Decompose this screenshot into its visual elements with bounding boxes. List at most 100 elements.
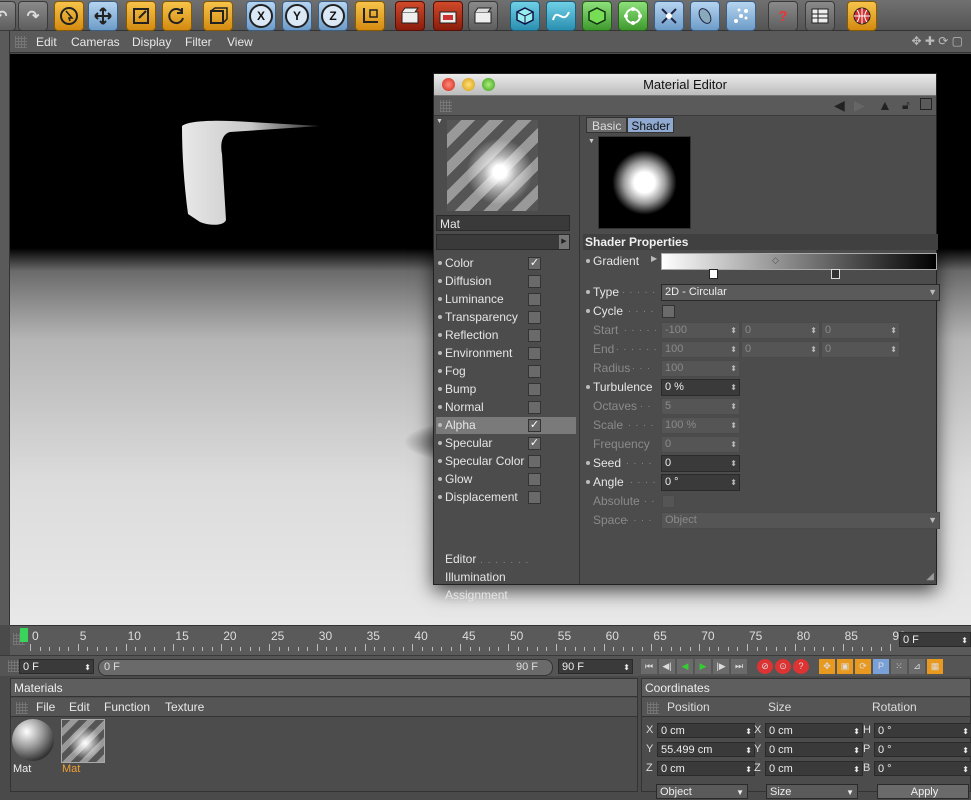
editor-item[interactable]: Editor . . . . . . . [445, 552, 529, 566]
spline-icon[interactable] [546, 1, 576, 31]
channel-bump[interactable]: Bump [436, 381, 576, 398]
go-to-end-icon[interactable]: ⏭ [731, 659, 747, 674]
end-frame-field[interactable]: 90 F ⬍ [558, 659, 633, 674]
space-dropdown[interactable]: Object ▼ [661, 512, 940, 529]
end-z-field[interactable]: 0 ⬍ [821, 341, 900, 358]
rotate-icon[interactable] [162, 1, 192, 31]
menu-cameras[interactable]: Cameras [71, 35, 120, 49]
rotation-h-field[interactable]: 0 ° ⬍ [874, 723, 971, 738]
render-view-icon[interactable] [395, 1, 425, 31]
channel-checkbox[interactable] [528, 311, 541, 324]
y-axis-icon[interactable]: Y [282, 1, 312, 31]
position-z-field[interactable]: 0 cm ⬍ [657, 761, 755, 776]
angle-field[interactable]: 0 ° ⬍ [661, 474, 740, 491]
grip-icon[interactable] [440, 100, 452, 112]
channel-checkbox[interactable] [528, 473, 541, 486]
menu-edit[interactable]: Edit [36, 35, 57, 49]
z-axis-icon[interactable]: Z [318, 1, 348, 31]
menu-file[interactable]: File [36, 700, 55, 714]
position-y-field[interactable]: 55.499 cm ⬍ [657, 742, 755, 757]
tab-shader[interactable]: Shader [627, 117, 675, 133]
expand-arrow-icon[interactable]: ▶ [651, 254, 657, 263]
particle-icon[interactable] [726, 1, 756, 31]
start-z-field[interactable]: 0 ⬍ [821, 322, 900, 339]
channel-checkbox[interactable] [528, 455, 541, 468]
position-x-field[interactable]: 0 cm ⬍ [657, 723, 755, 738]
scale-key-icon[interactable]: ▣ [837, 659, 853, 674]
up-arrow-icon[interactable]: ▲ [878, 97, 892, 113]
scene-icon[interactable] [690, 1, 720, 31]
x-axis-icon[interactable]: X [246, 1, 276, 31]
cube-icon[interactable] [510, 1, 540, 31]
scale-icon[interactable] [126, 1, 156, 31]
grip-icon[interactable] [16, 702, 28, 714]
channel-environment[interactable]: Environment [436, 345, 576, 362]
minimize-icon[interactable] [462, 78, 475, 91]
menu-filter[interactable]: Filter [185, 35, 212, 49]
render-settings-icon[interactable] [468, 1, 498, 31]
start-frame-field[interactable]: 0 F ⬍ [19, 659, 94, 674]
assignment-item[interactable]: Assignment [445, 588, 508, 602]
channel-reflection[interactable]: Reflection [436, 327, 576, 344]
next-key-icon[interactable]: |▶ [713, 659, 729, 674]
menu-view[interactable]: View [227, 35, 253, 49]
material-swatch-active[interactable]: Mat [61, 719, 105, 777]
channel-checkbox[interactable]: ✓ [528, 437, 541, 450]
play-backwards-icon[interactable]: ◀ [677, 659, 693, 674]
rotation-p-field[interactable]: 0 ° ⬍ [874, 742, 971, 757]
material-preview[interactable] [447, 120, 538, 211]
move-icon[interactable] [88, 1, 118, 31]
play-forwards-icon[interactable]: ▶ [695, 659, 711, 674]
point-level-icon[interactable]: ⁙ [891, 659, 907, 674]
channel-luminance[interactable]: Luminance [436, 291, 576, 308]
rotation-key-icon[interactable]: ⟳ [855, 659, 871, 674]
gradient-knot-icon[interactable]: ◇ [772, 255, 779, 266]
channel-checkbox[interactable]: ✓ [528, 257, 541, 270]
material-search-field[interactable]: ▶ [436, 234, 570, 250]
undo-icon[interactable]: ↶ [0, 1, 16, 31]
gradient-handle-white[interactable] [709, 269, 718, 279]
position-key-icon[interactable]: ✥ [819, 659, 835, 674]
timeline-icon[interactable]: ⊿ [909, 659, 925, 674]
fcurve-icon[interactable]: ▦ [927, 659, 943, 674]
channel-alpha[interactable]: Alpha ✓ [436, 417, 576, 434]
illumination-item[interactable]: Illumination [445, 570, 506, 584]
go-to-start-icon[interactable]: ⏮ [641, 659, 657, 674]
channel-fog[interactable]: Fog [436, 363, 576, 380]
channel-transparency[interactable]: Transparency [436, 309, 576, 326]
channel-glow[interactable]: Glow [436, 471, 576, 488]
deformer-icon[interactable] [654, 1, 684, 31]
expand-arrow-icon[interactable]: ▼ [436, 118, 443, 125]
record-icon[interactable]: ⊘ [757, 659, 773, 674]
expand-arrow-icon[interactable]: ▼ [588, 138, 595, 145]
turbulence-field[interactable]: 0 % ⬍ [661, 379, 740, 396]
material-name-field[interactable]: Mat [436, 215, 570, 231]
material-editor-window[interactable]: Material Editor ◀ ▶ ▲ 🔓︎ ▼ Mat ▶ Color ✓ D… [433, 73, 940, 602]
menu-texture[interactable]: Texture [165, 700, 204, 714]
channel-checkbox[interactable] [528, 401, 541, 414]
size-x-field[interactable]: 0 cm ⬍ [765, 723, 863, 738]
scroll-arrow-icon[interactable]: ▶ [559, 235, 569, 249]
channel-displacement[interactable]: Displacement [436, 489, 576, 506]
channel-checkbox[interactable] [528, 347, 541, 360]
scale-field[interactable]: 100 % ⬍ [661, 417, 740, 434]
window-titlebar[interactable]: Material Editor [434, 74, 936, 96]
channel-checkbox[interactable] [528, 275, 541, 288]
absolute-checkbox[interactable] [662, 495, 675, 508]
end-x-field[interactable]: 100 ⬍ [661, 341, 740, 358]
current-frame-field[interactable]: 0 F ⬍ [899, 632, 971, 647]
forward-arrow-icon[interactable]: ▶ [854, 97, 865, 114]
new-window-icon[interactable] [920, 98, 932, 110]
frequency-field[interactable]: 0 ⬍ [661, 436, 740, 453]
grip-icon[interactable] [15, 36, 27, 48]
help-icon[interactable]: ? [768, 1, 798, 31]
channel-specular[interactable]: Specular ✓ [436, 435, 576, 452]
end-y-field[interactable]: 0 ⬍ [741, 341, 820, 358]
channel-checkbox[interactable] [528, 365, 541, 378]
redo-icon[interactable]: ↷ [18, 1, 48, 31]
seed-field[interactable]: 0 ⬍ [661, 455, 740, 472]
channel-checkbox[interactable]: ✓ [528, 419, 541, 432]
octaves-field[interactable]: 5 ⬍ [661, 398, 740, 415]
size-y-field[interactable]: 0 cm ⬍ [765, 742, 863, 757]
channel-checkbox[interactable] [528, 491, 541, 504]
